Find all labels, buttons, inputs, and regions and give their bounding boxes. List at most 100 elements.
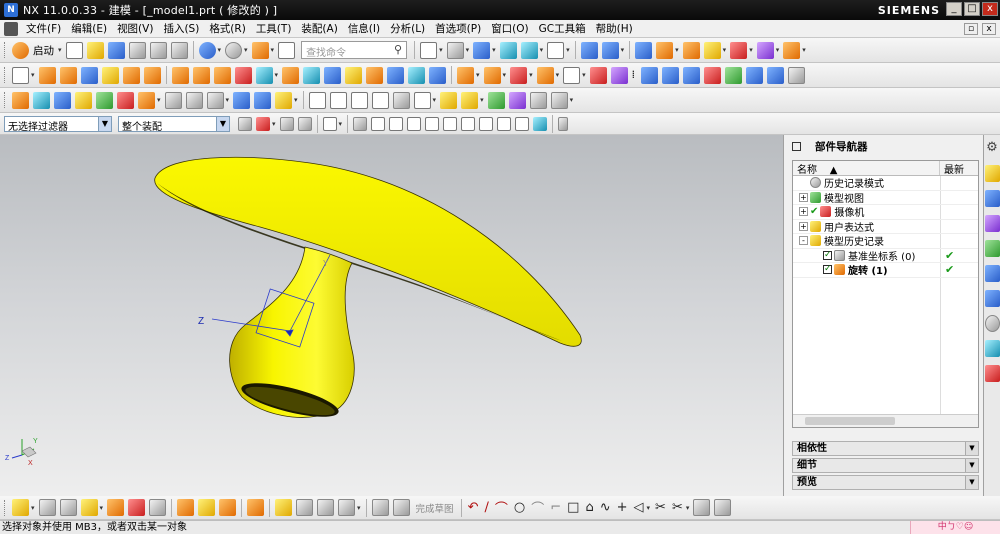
washer-icon[interactable] (275, 91, 293, 109)
open-folder-icon[interactable] (86, 41, 104, 59)
column-latest-header[interactable]: 最新 (940, 161, 978, 176)
tree-row-cameras[interactable]: + ✔ 摄像机 (793, 205, 978, 220)
preview-panel[interactable]: 预览 ▼ (792, 475, 979, 490)
block-icon[interactable] (80, 66, 98, 84)
report-icon[interactable] (529, 91, 547, 109)
snap-intersection-icon[interactable] (443, 116, 458, 131)
scrollbar-thumb[interactable] (805, 417, 895, 425)
menu-help[interactable]: 帮助(H) (591, 21, 638, 36)
menu-window[interactable]: 窗口(O) (486, 21, 533, 36)
assembly-navigator-icon[interactable] (984, 165, 1000, 182)
snap-existing-icon[interactable] (497, 116, 512, 131)
navigator-tree[interactable]: 名称 ▲ 最新 历史记录模式 + 模型视图 + ✔ 摄像机 + 用户表达式 - (792, 160, 979, 428)
synchronous-icon[interactable] (12, 91, 29, 109)
paste-icon[interactable] (170, 41, 188, 59)
snap-quadrant-icon[interactable] (479, 116, 494, 131)
menu-tools[interactable]: 工具(T) (251, 21, 297, 36)
display-icon[interactable] (371, 91, 389, 109)
visibility-checkbox[interactable]: ✓ (823, 265, 832, 275)
wcs-icon[interactable] (656, 41, 674, 59)
cone-icon[interactable] (122, 66, 140, 84)
offset-face-icon[interactable] (408, 66, 426, 84)
tree-row-revolve[interactable]: ✓ 旋转 (1) ✔ (793, 263, 978, 278)
part-navigator-tab-icon[interactable] (984, 215, 1000, 232)
quality-icon[interactable] (508, 91, 526, 109)
menu-information[interactable]: 信息(I) (343, 21, 385, 36)
enable-snap-icon[interactable] (371, 116, 386, 131)
snap-point-on-curve-icon[interactable] (515, 116, 530, 131)
trim-body-icon[interactable] (366, 66, 384, 84)
menu-file[interactable]: 文件(F) (21, 21, 66, 36)
cut-icon[interactable] (128, 41, 146, 59)
tree-row-datum-csys[interactable]: ✓ 基准坐标系 (0) ✔ (793, 249, 978, 263)
touch-mode-icon[interactable] (251, 41, 269, 59)
menu-edit[interactable]: 编辑(E) (66, 21, 112, 36)
bounded-plane-icon[interactable] (724, 66, 742, 84)
group-icon[interactable] (198, 499, 216, 516)
geometric-constraint-icon[interactable] (185, 91, 203, 109)
finish-sketch-icon[interactable] (392, 499, 410, 516)
selection-scope-select[interactable]: 整个装配 ▼ (118, 115, 230, 133)
revolve-icon[interactable] (59, 66, 77, 84)
snap-options-icon[interactable] (703, 41, 721, 59)
menu-view[interactable]: 视图(V) (112, 21, 158, 36)
replace-face-icon[interactable] (483, 66, 501, 84)
paint-icon[interactable] (138, 91, 155, 109)
datum-plane-icon[interactable] (255, 66, 273, 84)
measure-icon[interactable] (783, 41, 801, 59)
menu-format[interactable]: 格式(R) (204, 21, 251, 36)
tree-row-model-history[interactable]: - 模型历史记录 (793, 234, 978, 249)
snap-point-icon[interactable] (682, 41, 700, 59)
edge-blend-icon[interactable] (282, 66, 300, 84)
component-add-icon[interactable] (80, 499, 98, 516)
trim-sheet-icon[interactable] (766, 66, 784, 84)
profile-icon[interactable]: ↶ (468, 500, 479, 515)
command-finder-icon[interactable] (278, 41, 296, 59)
new-file-icon[interactable] (65, 41, 83, 59)
snap-control-icon[interactable] (425, 116, 440, 131)
image-capture-icon[interactable] (59, 499, 77, 516)
settings-icon[interactable] (338, 499, 356, 516)
snap-endpoint-icon[interactable] (389, 116, 404, 131)
expand-icon[interactable]: + (799, 192, 808, 202)
check-icon[interactable] (487, 91, 505, 109)
move-component-icon[interactable] (177, 499, 195, 516)
details-panel[interactable]: 细节 ▼ (792, 458, 979, 473)
clip-section-icon[interactable] (520, 41, 538, 59)
toolbar-options-icon[interactable] (558, 116, 569, 131)
restore-doc-button[interactable]: ▫ (964, 22, 978, 35)
resize-blend-icon[interactable] (536, 66, 554, 84)
menu-analysis[interactable]: 分析(L) (385, 21, 430, 36)
expand-icon[interactable]: + (799, 221, 808, 231)
general-selection-icon[interactable] (238, 116, 252, 131)
tree-row-user-expressions[interactable]: + 用户表达式 (793, 220, 978, 234)
point-icon[interactable]: + (617, 500, 628, 515)
draft-icon[interactable] (345, 66, 363, 84)
label-chamfer-icon[interactable] (589, 66, 607, 84)
delete-icon[interactable] (117, 91, 134, 109)
sphere-icon[interactable] (143, 66, 161, 84)
chevron-down-icon[interactable]: ▼ (965, 476, 978, 489)
chevron-down-icon[interactable]: ▼ (965, 459, 978, 472)
boss-icon[interactable] (192, 66, 210, 84)
chevron-down-icon[interactable]: ▼ (98, 116, 111, 131)
chain-icon[interactable] (275, 499, 293, 516)
through-mesh-icon[interactable] (661, 66, 679, 84)
extrude-icon[interactable] (38, 66, 56, 84)
maximize-button[interactable]: □ (964, 2, 980, 16)
revolved-body[interactable] (154, 156, 582, 423)
fillet-icon[interactable]: ⌒ (531, 498, 544, 517)
finish-sketch-button[interactable]: 完成草图 (416, 501, 454, 515)
constraint-navigator-icon[interactable] (984, 190, 1000, 207)
fit-view-icon[interactable] (420, 41, 438, 59)
tree-row-model-views[interactable]: + 模型视图 (793, 191, 978, 205)
chevron-down-icon[interactable]: ▼ (965, 442, 978, 455)
web-browser-icon[interactable] (984, 265, 1000, 282)
copy-icon[interactable] (149, 41, 167, 59)
reset-filter-icon[interactable] (279, 116, 294, 131)
package-icon[interactable] (247, 499, 265, 516)
text-icon[interactable] (75, 91, 92, 109)
system-materials-icon[interactable] (984, 340, 1000, 357)
hammer-icon[interactable] (296, 499, 314, 516)
circle-icon[interactable]: ○ (514, 500, 525, 515)
